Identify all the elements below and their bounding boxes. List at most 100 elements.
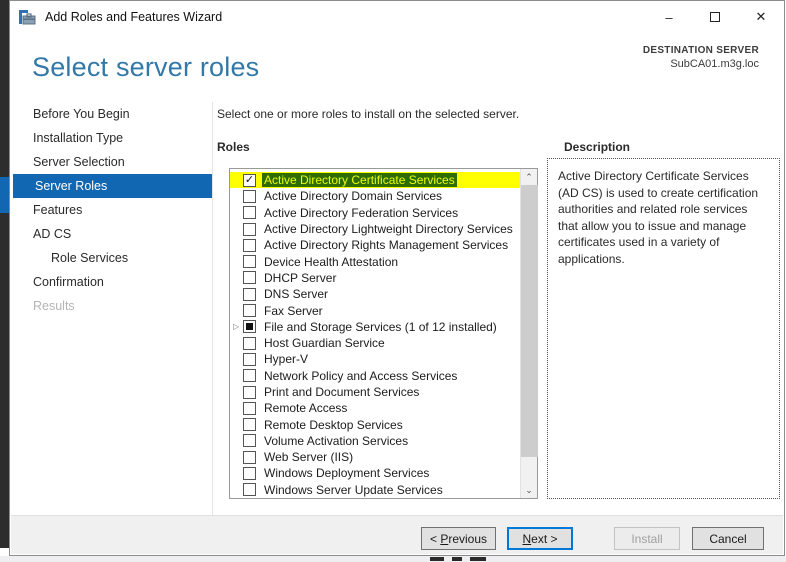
window-title: Add Roles and Features Wizard bbox=[45, 10, 223, 24]
scroll-down-button[interactable]: ⌄ bbox=[521, 482, 538, 498]
role-label: File and Storage Services (1 of 12 insta… bbox=[264, 319, 497, 334]
next-button[interactable]: Next > bbox=[507, 527, 573, 550]
sidebar-item-before-you-begin[interactable]: Before You Begin bbox=[11, 102, 212, 126]
role-row[interactable]: DNS Server bbox=[230, 286, 520, 302]
role-checkbox-unchecked[interactable] bbox=[243, 238, 256, 252]
role-row[interactable]: Device Health Attestation bbox=[230, 253, 520, 269]
destination-server-label: DESTINATION SERVER bbox=[642, 45, 759, 56]
role-row[interactable]: Active Directory Federation Services bbox=[230, 205, 520, 221]
role-label: Print and Document Services bbox=[264, 385, 420, 399]
role-label: Active Directory Lightweight Directory S… bbox=[264, 222, 513, 237]
role-row[interactable]: Active Directory Rights Management Servi… bbox=[230, 237, 520, 253]
sidebar-item-features[interactable]: Features bbox=[11, 198, 212, 222]
role-row[interactable]: Remote Access bbox=[230, 400, 520, 416]
instruction-text: Select one or more roles to install on t… bbox=[217, 107, 520, 121]
role-label: Network Policy and Access Services bbox=[264, 368, 458, 383]
minimize-button[interactable]: – bbox=[646, 1, 692, 33]
sidebar-item-installation-type[interactable]: Installation Type bbox=[11, 126, 212, 150]
chevron-up-icon: ⌃ bbox=[525, 171, 533, 182]
partial-state-square bbox=[246, 323, 253, 331]
role-checkbox-unchecked[interactable] bbox=[243, 418, 256, 432]
role-checkbox-unchecked[interactable] bbox=[243, 189, 256, 203]
role-checkbox-unchecked[interactable] bbox=[243, 352, 256, 366]
sidebar-item-server-selection[interactable]: Server Selection bbox=[11, 150, 212, 174]
role-label: Windows Deployment Services bbox=[264, 466, 430, 481]
role-label: Active Directory Domain Services bbox=[264, 189, 443, 204]
wizard-toolbox-icon bbox=[19, 10, 36, 25]
add-roles-features-wizard-dialog: Add Roles and Features Wizard – ✕ Select… bbox=[9, 0, 785, 556]
roles-list-label: Roles bbox=[217, 140, 250, 154]
roles-scrollbar[interactable]: ⌃ ⌄ bbox=[520, 169, 538, 498]
destination-server-name: SubCA01.m3g.loc bbox=[670, 58, 759, 70]
role-row[interactable]: ✓ Active Directory Certificate Services bbox=[230, 172, 520, 189]
role-checkbox-unchecked[interactable] bbox=[243, 222, 256, 236]
role-checkbox-unchecked[interactable] bbox=[243, 304, 256, 318]
role-label: Remote Access bbox=[264, 401, 348, 416]
role-label: Active Directory Rights Management Servi… bbox=[264, 238, 509, 253]
description-label: Description bbox=[564, 140, 631, 154]
role-row[interactable]: Web Server (IIS) bbox=[230, 449, 520, 465]
role-checkbox-partial[interactable] bbox=[243, 320, 256, 334]
role-row[interactable]: ▷ File and Storage Services (1 of 12 inst… bbox=[230, 319, 520, 335]
role-row[interactable]: Hyper-V bbox=[230, 351, 520, 367]
role-row[interactable]: Print and Document Services bbox=[230, 384, 520, 400]
role-label: DNS Server bbox=[264, 287, 329, 302]
role-checkbox-unchecked[interactable] bbox=[243, 287, 256, 301]
background-artifact bbox=[470, 557, 486, 561]
expander-icon[interactable]: ▷ bbox=[233, 322, 243, 331]
role-checkbox-unchecked[interactable] bbox=[243, 385, 256, 399]
role-row[interactable]: Windows Server Update Services bbox=[230, 482, 520, 498]
role-checkbox-unchecked[interactable] bbox=[243, 336, 256, 350]
role-label: Web Server (IIS) bbox=[264, 450, 354, 465]
role-label: Volume Activation Services bbox=[264, 433, 409, 448]
role-row[interactable]: Windows Deployment Services bbox=[230, 465, 520, 481]
role-checkbox-unchecked[interactable] bbox=[243, 401, 256, 415]
minimize-icon: – bbox=[665, 9, 673, 25]
role-label: Remote Desktop Services bbox=[264, 417, 403, 432]
role-row[interactable]: Active Directory Lightweight Directory S… bbox=[230, 221, 520, 237]
background-window-accent bbox=[0, 177, 9, 213]
role-label: DHCP Server bbox=[264, 270, 337, 285]
scroll-up-button[interactable]: ⌃ bbox=[521, 169, 538, 185]
role-checkbox-unchecked[interactable] bbox=[243, 483, 256, 497]
title-bar: Add Roles and Features Wizard – ✕ bbox=[10, 1, 784, 33]
role-row[interactable]: Host Guardian Service bbox=[230, 335, 520, 351]
previous-button[interactable]: < Previous bbox=[421, 527, 496, 550]
role-label: Device Health Attestation bbox=[264, 254, 399, 269]
maximize-icon bbox=[710, 12, 720, 22]
role-label: Active Directory Certificate Services bbox=[262, 173, 457, 188]
role-checkbox-unchecked[interactable] bbox=[243, 450, 256, 464]
close-icon: ✕ bbox=[755, 9, 767, 24]
role-checkbox-unchecked[interactable] bbox=[243, 206, 256, 220]
role-checkbox-unchecked[interactable] bbox=[243, 466, 256, 480]
role-checkbox-unchecked[interactable] bbox=[243, 434, 256, 448]
role-checkbox-unchecked[interactable] bbox=[243, 369, 256, 383]
scrollbar-thumb[interactable] bbox=[520, 185, 538, 457]
close-button[interactable]: ✕ bbox=[738, 1, 784, 33]
sidebar-item-confirmation[interactable]: Confirmation bbox=[11, 270, 212, 294]
background-artifact bbox=[430, 557, 444, 561]
roles-listbox: ✓ Active Directory Certificate Services Ac… bbox=[229, 168, 538, 499]
background-artifact bbox=[452, 557, 462, 561]
role-row[interactable]: Active Directory Domain Services bbox=[230, 188, 520, 204]
role-checkbox-checked[interactable]: ✓ bbox=[243, 173, 256, 187]
role-label: Active Directory Federation Services bbox=[264, 205, 459, 220]
role-row[interactable]: Volume Activation Services bbox=[230, 433, 520, 449]
install-button[interactable]: Install bbox=[614, 527, 680, 550]
role-row[interactable]: Network Policy and Access Services bbox=[230, 368, 520, 384]
role-checkbox-unchecked[interactable] bbox=[243, 271, 256, 285]
role-row[interactable]: DHCP Server bbox=[230, 270, 520, 286]
role-label: Hyper-V bbox=[264, 352, 309, 367]
background-window-bottom bbox=[0, 556, 786, 562]
role-row[interactable]: Remote Desktop Services bbox=[230, 416, 520, 432]
cancel-button[interactable]: Cancel bbox=[692, 527, 764, 550]
role-row[interactable]: Fax Server bbox=[230, 302, 520, 318]
sidebar-item-server-roles[interactable]: Server Roles bbox=[13, 174, 212, 198]
sidebar-item-role-services[interactable]: Role Services bbox=[11, 246, 212, 270]
button-bar: < Previous Next > Install Cancel bbox=[11, 515, 783, 554]
page-title: Select server roles bbox=[32, 52, 260, 82]
maximize-button[interactable] bbox=[692, 1, 738, 33]
sidebar-item-ad-cs[interactable]: AD CS bbox=[11, 222, 212, 246]
role-checkbox-unchecked[interactable] bbox=[243, 255, 256, 269]
roles-list: ✓ Active Directory Certificate Services Ac… bbox=[230, 169, 520, 498]
